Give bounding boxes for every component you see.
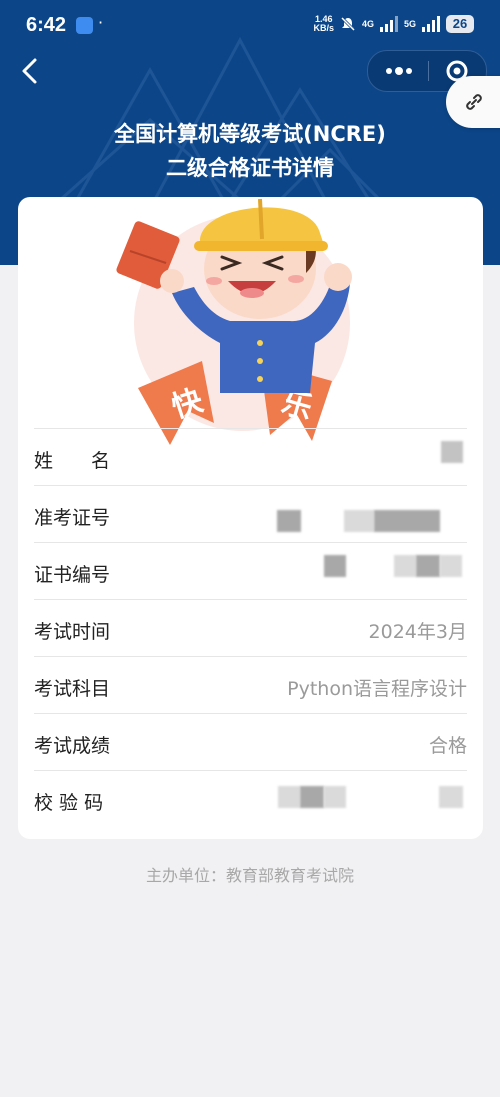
page-title-line1: 全国计算机等级考试(NCRE) <box>114 122 386 146</box>
detail-value: Python语言程序设计 <box>287 678 467 700</box>
redacted-value <box>439 786 463 808</box>
redacted-value <box>416 555 440 577</box>
detail-label: 考试科目 <box>34 678 111 700</box>
detail-row-exam-subject: 考试科目 Python语言程序设计 <box>34 656 467 714</box>
redacted-value <box>441 441 463 463</box>
detail-label: 考试时间 <box>34 621 111 643</box>
detail-label: 准考证号 <box>34 507 111 529</box>
signal-5g-label: 5G <box>403 19 416 29</box>
app-notification-icon <box>76 17 93 34</box>
signal-icon <box>379 16 398 32</box>
detail-row-verification-code: 校 验 码 <box>34 770 467 828</box>
detail-row-admission-number: 准考证号 <box>34 485 467 543</box>
more-dots-icon <box>386 67 412 75</box>
status-indicators: 1.46 KB/s 4G 5G 26 <box>313 15 474 33</box>
detail-row-exam-time: 考试时间 2024年3月 <box>34 599 467 657</box>
share-link-button[interactable] <box>446 76 500 128</box>
redacted-value <box>394 555 416 577</box>
chevron-left-icon <box>22 58 37 84</box>
link-icon <box>466 94 482 110</box>
status-dot: · <box>98 13 104 32</box>
redacted-value <box>278 786 300 808</box>
organizer-footer: 主办单位：教育部教育考试院 <box>145 866 354 885</box>
back-button[interactable] <box>16 56 44 86</box>
detail-label: 姓 名 <box>34 450 111 472</box>
redacted-value <box>344 510 374 532</box>
redacted-value <box>440 555 462 577</box>
redacted-value <box>324 786 346 808</box>
status-time: 6:42 <box>26 14 67 36</box>
battery-icon: 26 <box>446 15 474 33</box>
more-button[interactable] <box>368 51 428 91</box>
signal-icon-2 <box>422 16 440 32</box>
detail-row-exam-score: 考试成绩 合格 <box>34 713 467 771</box>
detail-label: 考试成绩 <box>34 735 111 757</box>
mute-icon <box>340 16 356 32</box>
redacted-value <box>374 510 440 532</box>
certificate-detail-page: 6:42 · 1.46 KB/s 4G 5G 26 全国计算机等级考试(NCRE… <box>0 0 500 1097</box>
detail-row-name: 姓 名 <box>34 428 467 486</box>
redacted-value <box>324 555 346 577</box>
certificate-card: 快 乐 姓 名 准考证号 证书编号 考试时间 2024年3月 考试科目 Pyth… <box>18 197 483 839</box>
worker-sticker-image: 快 乐 <box>116 198 352 445</box>
redacted-value <box>277 510 301 532</box>
detail-label: 校 验 码 <box>34 792 104 814</box>
page-title-line2: 二级合格证书详情 <box>166 156 334 180</box>
redacted-value <box>300 786 324 808</box>
detail-row-certificate-number: 证书编号 <box>34 542 467 600</box>
signal-4g-label: 4G <box>361 19 374 29</box>
net-speed: 1.46 KB/s <box>313 14 334 33</box>
status-bar: 6:42 · 1.46 KB/s 4G 5G 26 <box>0 0 500 52</box>
detail-value: 2024年3月 <box>368 621 467 643</box>
detail-value: 合格 <box>428 735 467 757</box>
detail-label: 证书编号 <box>34 564 111 586</box>
